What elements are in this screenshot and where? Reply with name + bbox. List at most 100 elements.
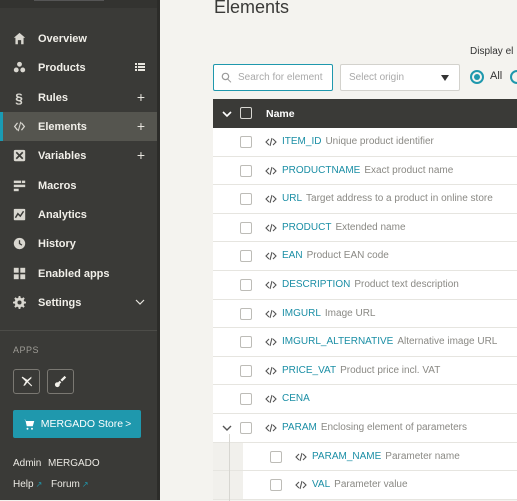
element-name-link[interactable]: PRODUCTNAME Exact product name bbox=[282, 165, 453, 176]
element-name-link[interactable]: VAL Parameter value bbox=[312, 479, 408, 490]
forum-link[interactable]: Forum ↗ bbox=[51, 479, 89, 490]
add-element-icon[interactable]: + bbox=[137, 119, 145, 133]
row-checkbox[interactable] bbox=[240, 307, 252, 320]
sidebar-item-label: Variables bbox=[38, 149, 87, 162]
element-name: CENA bbox=[282, 393, 310, 405]
display-filter-label: Display el bbox=[470, 46, 514, 57]
row-checkbox[interactable] bbox=[240, 279, 252, 291]
element-name-link[interactable]: PRICE_VAT Product price incl. VAT bbox=[282, 365, 440, 376]
row-checkbox[interactable] bbox=[240, 136, 252, 148]
search-input[interactable] bbox=[236, 71, 330, 84]
radio-all[interactable] bbox=[470, 70, 484, 84]
element-description: Target address to a product in online st… bbox=[306, 193, 493, 205]
home-icon bbox=[12, 32, 26, 46]
sidebar-item-macros[interactable]: Macros bbox=[0, 171, 157, 200]
element-name-link[interactable]: PRODUCT Extended name bbox=[282, 222, 406, 233]
variable-icon bbox=[12, 149, 26, 163]
table-row[interactable]: PRODUCTNAME Exact product name bbox=[213, 156, 517, 186]
sidebar-item-elements[interactable]: Elements + bbox=[0, 112, 157, 141]
element-description: Unique product identifier bbox=[325, 136, 434, 147]
sidebar-item-history[interactable]: History bbox=[0, 229, 157, 258]
row-checkbox[interactable] bbox=[240, 193, 252, 206]
app-shortcut-button[interactable] bbox=[13, 369, 40, 394]
origin-select[interactable]: Select origin bbox=[340, 64, 460, 91]
element-name-link[interactable]: ITEM_ID Unique product identifier bbox=[282, 136, 434, 147]
element-name-link[interactable]: EAN Product EAN code bbox=[282, 250, 389, 261]
element-name-link[interactable]: CENA bbox=[282, 393, 314, 404]
table-header: Name bbox=[213, 99, 517, 128]
sidebar-item-rules[interactable]: § Rules + bbox=[0, 83, 157, 112]
table-row[interactable]: CENA bbox=[213, 385, 517, 414]
table-row[interactable]: EAN Product EAN code bbox=[213, 242, 517, 271]
row-checkbox[interactable] bbox=[240, 364, 252, 377]
radio-all-label: All bbox=[490, 70, 503, 82]
add-variable-icon[interactable]: + bbox=[137, 148, 145, 162]
element-name-link[interactable]: URL Target address to a product in online… bbox=[282, 193, 493, 204]
element-name-link[interactable]: DESCRIPTION Product text description bbox=[282, 279, 459, 290]
help-link[interactable]: Help ↗ bbox=[13, 479, 42, 490]
table-row[interactable]: ITEM_ID Unique product identifier bbox=[213, 128, 517, 157]
radio-option[interactable] bbox=[510, 70, 517, 84]
sidebar-item-settings[interactable]: Settings bbox=[0, 288, 157, 317]
sidebar-item-analytics[interactable]: Analytics bbox=[0, 200, 157, 229]
chevron-down-icon[interactable] bbox=[222, 109, 232, 119]
row-checkbox[interactable] bbox=[240, 336, 252, 349]
table-row[interactable]: PARAM_NAME Parameter name bbox=[213, 442, 517, 472]
select-all-checkbox[interactable] bbox=[240, 107, 252, 119]
column-header-name: Name bbox=[266, 108, 295, 120]
code-icon bbox=[265, 422, 277, 434]
app-shortcut-button[interactable] bbox=[47, 369, 74, 394]
add-rule-icon[interactable]: + bbox=[137, 90, 145, 104]
table-row[interactable]: PARAM Enclosing element of parameters bbox=[213, 414, 517, 443]
table-row[interactable]: PRICE_VAT Product price incl. VAT bbox=[213, 356, 517, 386]
element-name: IMGURL_ALTERNATIVE bbox=[282, 336, 394, 348]
table-row[interactable]: IMGURL Image URL bbox=[213, 299, 517, 329]
search-field[interactable] bbox=[213, 64, 333, 91]
sidebar-item-label: Enabled apps bbox=[38, 267, 110, 280]
element-name: URL bbox=[282, 193, 303, 205]
element-name-link[interactable]: PARAM Enclosing element of parameters bbox=[282, 422, 467, 433]
table-row[interactable]: IMGURL_ALTERNATIVE Alternative image URL bbox=[213, 328, 517, 357]
row-checkbox[interactable] bbox=[240, 164, 252, 177]
code-icon bbox=[295, 479, 307, 491]
code-icon bbox=[295, 451, 307, 463]
table-row[interactable]: VAL Parameter value bbox=[213, 471, 517, 500]
external-link-icon: ↗ bbox=[35, 480, 43, 489]
chevron-down-icon[interactable] bbox=[135, 295, 145, 309]
gear-icon bbox=[12, 296, 26, 310]
sidebar-item-enabled-apps[interactable]: Enabled apps bbox=[0, 259, 157, 288]
table-row[interactable]: DESCRIPTION Product text description bbox=[213, 271, 517, 300]
element-name-link[interactable]: IMGURL Image URL bbox=[282, 308, 375, 319]
page-title: Elements bbox=[214, 0, 290, 17]
element-name-link[interactable]: IMGURL_ALTERNATIVE Alternative image URL bbox=[282, 336, 497, 347]
expand-chevron-icon[interactable] bbox=[222, 423, 232, 433]
table-row[interactable]: URL Target address to a product in online… bbox=[213, 185, 517, 214]
element-description: Alternative image URL bbox=[397, 336, 498, 348]
row-checkbox[interactable] bbox=[240, 393, 252, 406]
element-name-link[interactable]: PARAM_NAME Parameter name bbox=[312, 451, 460, 462]
elements-table: Name ITEM_ID Unique product identifier PRO… bbox=[213, 99, 517, 501]
origin-select-value: Select origin bbox=[349, 72, 405, 83]
row-checkbox[interactable] bbox=[270, 479, 282, 492]
sidebar-item-variables[interactable]: Variables + bbox=[0, 141, 157, 170]
admin-name: MERGADO bbox=[48, 458, 100, 469]
help-label: Help bbox=[13, 479, 34, 490]
code-icon bbox=[265, 222, 277, 234]
guitar-icon bbox=[54, 375, 67, 388]
row-checkbox[interactable] bbox=[240, 221, 252, 234]
table-row[interactable]: PRODUCT Extended name bbox=[213, 213, 517, 243]
code-icon bbox=[265, 279, 277, 291]
element-description: Image URL bbox=[324, 307, 376, 319]
external-link-icon: ↗ bbox=[81, 480, 89, 489]
row-checkbox[interactable] bbox=[270, 450, 282, 463]
row-checkbox[interactable] bbox=[240, 422, 252, 434]
tree-guide-line bbox=[229, 434, 230, 501]
sidebar-item-overview[interactable]: Overview bbox=[0, 24, 157, 53]
list-icon[interactable] bbox=[135, 60, 145, 74]
sidebar-item-products[interactable]: Products bbox=[0, 53, 157, 82]
element-description: Exact product name bbox=[364, 164, 454, 176]
apps-heading: APPS bbox=[13, 345, 40, 355]
chart-icon bbox=[12, 208, 26, 222]
mergado-store-button[interactable]: MERGADO Store > bbox=[13, 410, 141, 438]
row-checkbox[interactable] bbox=[240, 250, 252, 263]
